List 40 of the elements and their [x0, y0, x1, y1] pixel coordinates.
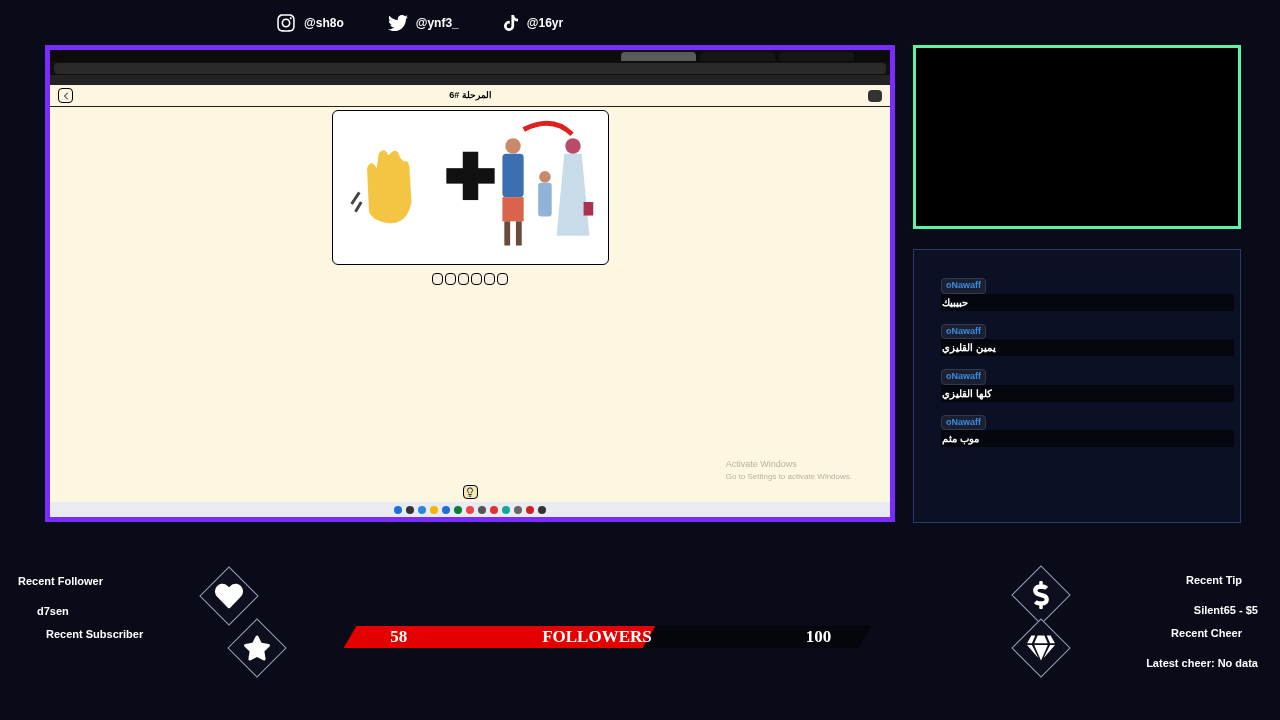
back-button[interactable] — [58, 88, 73, 103]
goal-label: FOLLOWERS — [542, 625, 652, 648]
alert-value: Latest cheer: No data — [1146, 656, 1258, 671]
social-handle: @sh8o — [304, 14, 344, 32]
page-title: المرحلة #6 — [449, 88, 492, 103]
letter-tile[interactable] — [471, 273, 482, 285]
heart-icon — [215, 582, 243, 611]
goal-target: 100 — [805, 625, 831, 648]
alert-label: Recent Cheer — [1171, 625, 1242, 641]
social-handle: @16yr — [526, 14, 564, 32]
letter-tile[interactable] — [497, 273, 508, 285]
star-icon — [243, 634, 271, 662]
browser-tab[interactable] — [621, 51, 696, 61]
chat-message: كلها القليزي — [941, 384, 1234, 402]
chat-username: oNawaff — [941, 278, 986, 294]
bird-icon — [387, 12, 408, 33]
goal-current: 58 — [390, 625, 407, 648]
letter-tile[interactable] — [432, 273, 443, 285]
activation-title: Activate Windows — [725, 457, 798, 471]
instagram-icon — [276, 12, 296, 33]
lightbulb-icon — [465, 487, 475, 497]
letter-tile[interactable] — [484, 273, 495, 285]
hint-button[interactable] — [462, 485, 478, 499]
alert-label: Recent Tip — [1185, 572, 1242, 588]
alert-value: d7sen — [36, 604, 70, 620]
logo-icon — [868, 89, 882, 102]
note-icon — [502, 14, 519, 31]
chat-username: oNawaff — [941, 369, 986, 385]
chat-message: حبيبيك — [941, 293, 1234, 311]
alert-value: Silent65 - $5 — [1193, 603, 1258, 618]
alert-label: Recent Follower — [18, 573, 104, 589]
chat-message: يمين القليزي — [941, 339, 1234, 356]
social-handle: @ynf3_ — [415, 14, 459, 32]
chat-username: oNawaff — [941, 323, 986, 339]
chat-username: oNawaff — [941, 414, 986, 430]
letter-tile[interactable] — [445, 273, 456, 285]
gem-icon — [1027, 634, 1055, 662]
letter-tile[interactable] — [458, 273, 469, 285]
alert-label: Recent Subscriber — [46, 626, 145, 642]
chat-message: موب مثم — [941, 430, 1234, 447]
